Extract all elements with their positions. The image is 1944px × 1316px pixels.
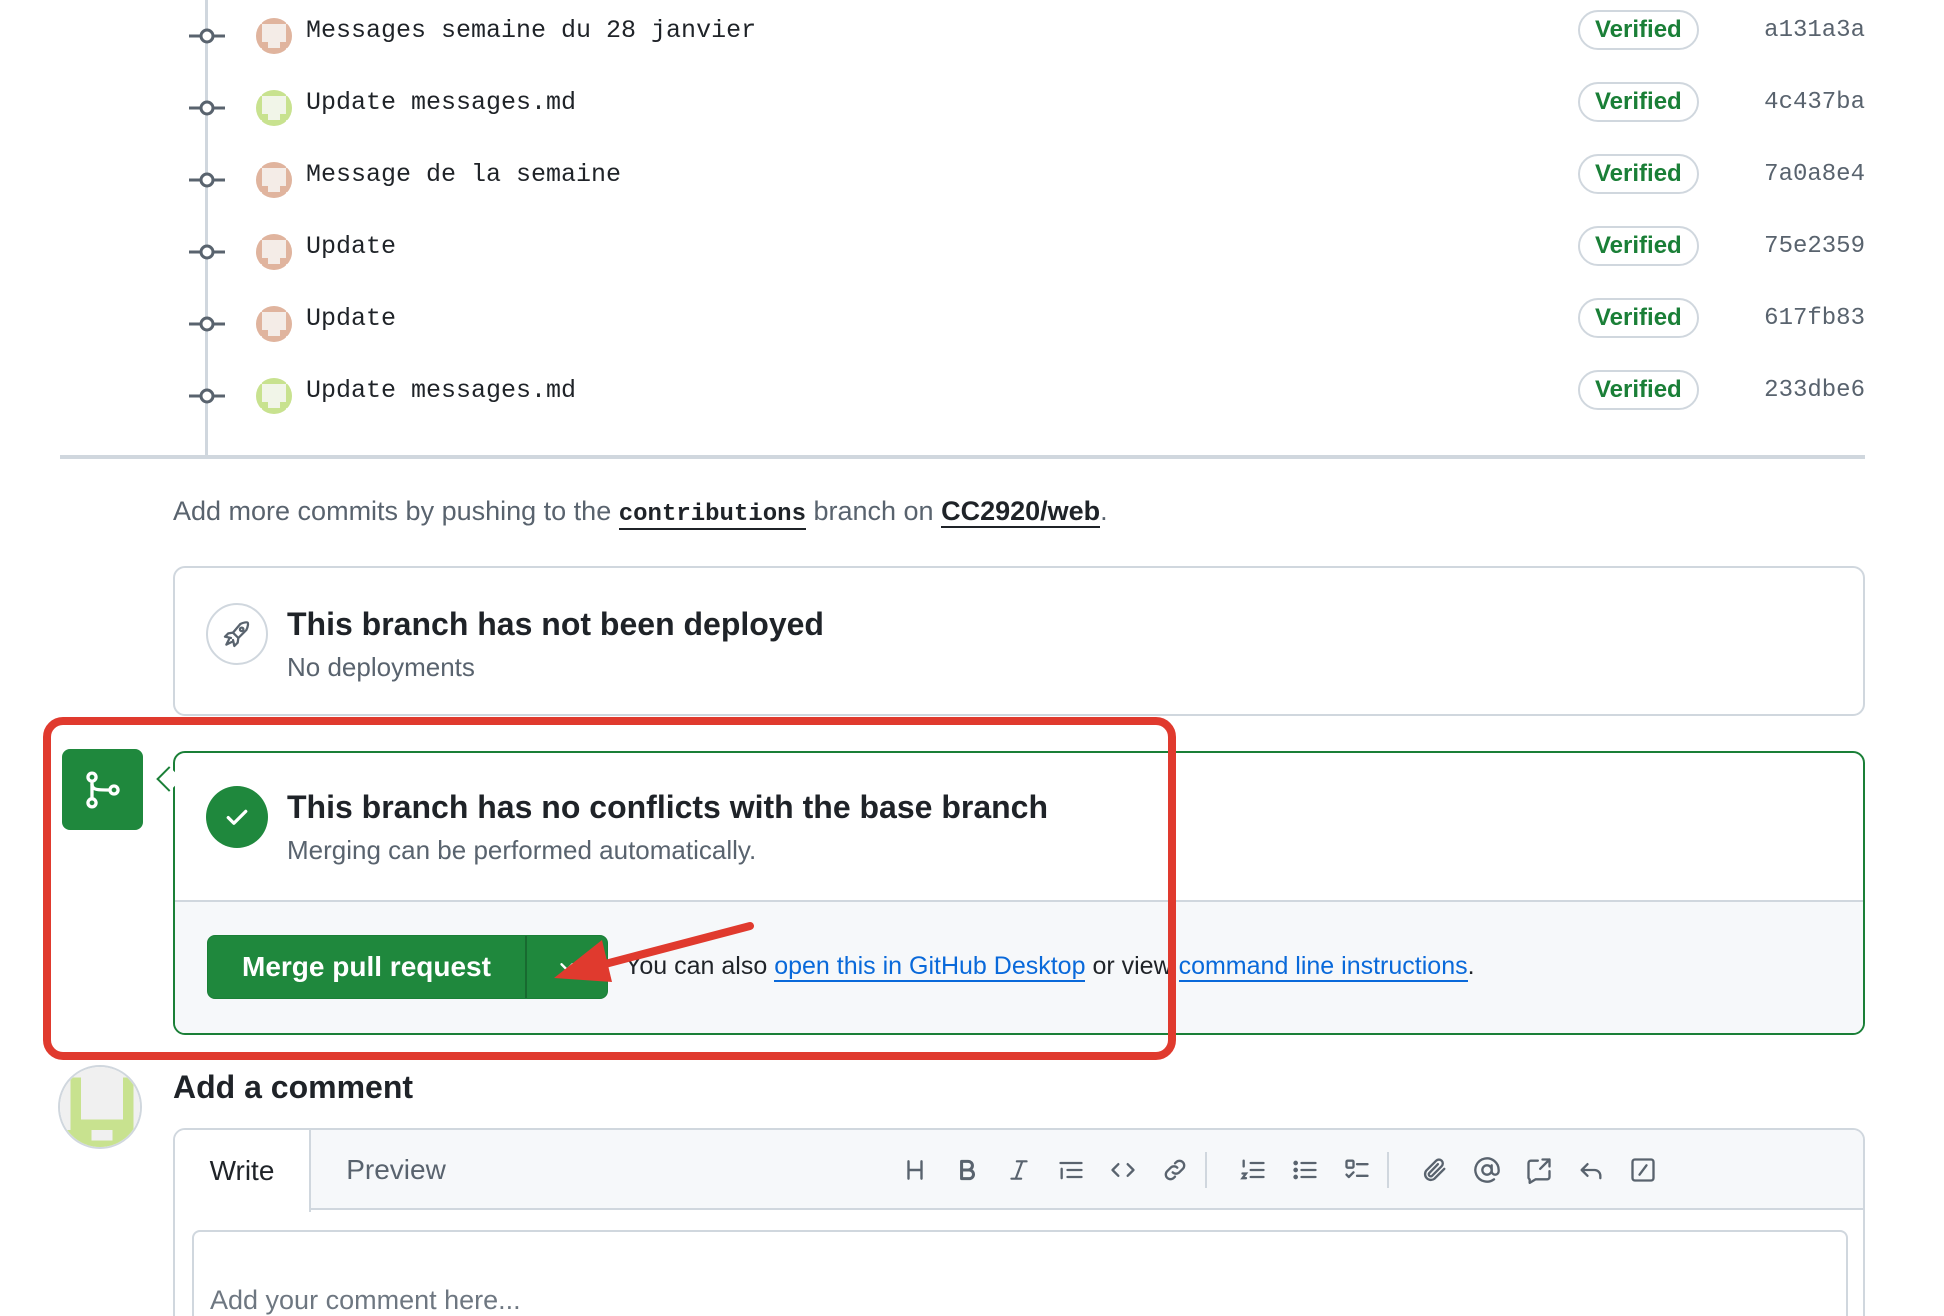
task-list-icon[interactable] [1337, 1150, 1377, 1190]
verified-badge[interactable]: Verified [1578, 298, 1699, 338]
commit-row: Update messages.md Verified 233dbe6 [0, 360, 1944, 432]
commit-sha-link[interactable]: 7a0a8e4 [1755, 160, 1865, 190]
git-commit-icon [189, 94, 225, 122]
git-commit-icon [189, 166, 225, 194]
avatar[interactable] [256, 162, 292, 198]
more-commits-suffix: . [1100, 496, 1108, 526]
more-commits-hint: Add more commits by pushing to the contr… [173, 496, 1108, 530]
bold-icon[interactable] [947, 1150, 987, 1190]
reply-icon[interactable] [1571, 1150, 1611, 1190]
git-branch-icon [62, 749, 143, 830]
commit-row: Message de la semaine Verified 7a0a8e4 [0, 144, 1944, 216]
code-icon[interactable] [1103, 1150, 1143, 1190]
check-icon [206, 786, 268, 848]
commit-row: Update Verified 75e2359 [0, 216, 1944, 288]
comment-editor: Write Preview [173, 1128, 1865, 1316]
commit-sha-link[interactable]: a131a3a [1755, 16, 1865, 46]
deployment-status-box: This branch has not been deployed No dep… [173, 566, 1865, 716]
verified-badge[interactable]: Verified [1578, 154, 1699, 194]
avatar[interactable] [256, 90, 292, 126]
timeline-divider [60, 455, 1865, 459]
commit-message-link[interactable]: Update [306, 304, 396, 334]
comment-tabbar: Write Preview [175, 1130, 1863, 1212]
commit-row: Messages semaine du 28 janvier Verified a1… [0, 0, 1944, 72]
merge-subtitle: Merging can be performed automatically. [287, 835, 757, 865]
slash-command-icon[interactable] [1623, 1150, 1663, 1190]
git-commit-icon [189, 310, 225, 338]
commit-message-link[interactable]: Update messages.md [306, 376, 576, 406]
command-line-instructions-link[interactable]: command line instructions [1178, 952, 1468, 982]
verified-badge[interactable]: Verified [1578, 10, 1699, 50]
more-commits-middle: branch on [813, 496, 934, 526]
attach-icon[interactable] [1415, 1150, 1455, 1190]
heading-icon[interactable] [895, 1150, 935, 1190]
hint-middle: or view [1092, 952, 1172, 980]
git-commit-icon [189, 238, 225, 266]
tab-preview[interactable]: Preview [311, 1130, 481, 1210]
reference-icon[interactable] [1519, 1150, 1559, 1190]
verified-badge[interactable]: Verified [1578, 226, 1699, 266]
repo-link[interactable]: CC2920/web [941, 496, 1101, 528]
toolbar-separator [1205, 1152, 1207, 1188]
avatar[interactable] [256, 378, 292, 414]
merge-footer: Merge pull request You can also open thi… [175, 900, 1863, 1033]
commit-message-link[interactable]: Update [306, 232, 396, 262]
ordered-list-icon[interactable] [1233, 1150, 1273, 1190]
annotation-arrow [554, 922, 754, 982]
more-commits-prefix: Add more commits by pushing to the [173, 496, 612, 526]
italic-icon[interactable] [999, 1150, 1039, 1190]
unordered-list-icon[interactable] [1285, 1150, 1325, 1190]
merge-pull-request-button[interactable]: Merge pull request [208, 936, 525, 998]
commit-sha-link[interactable]: 233dbe6 [1755, 376, 1865, 406]
tab-write[interactable]: Write [175, 1130, 311, 1212]
toolbar-separator [1387, 1152, 1389, 1188]
commit-sha-link[interactable]: 617fb83 [1755, 304, 1865, 334]
avatar[interactable] [256, 18, 292, 54]
verified-badge[interactable]: Verified [1578, 370, 1699, 410]
commit-message-link[interactable]: Messages semaine du 28 janvier [306, 16, 756, 46]
commit-message-link[interactable]: Update messages.md [306, 88, 576, 118]
commit-sha-link[interactable]: 4c437ba [1755, 88, 1865, 118]
deploy-subtitle: No deployments [287, 652, 475, 682]
git-commit-icon [189, 22, 225, 50]
hint-suffix: . [1467, 952, 1475, 980]
deploy-title: This branch has not been deployed [287, 606, 824, 642]
merge-title: This branch has no conflicts with the ba… [287, 789, 1049, 825]
merge-status-box: This branch has no conflicts with the ba… [173, 751, 1865, 1035]
verified-badge[interactable]: Verified [1578, 82, 1699, 122]
comment-textarea[interactable] [192, 1230, 1848, 1316]
commit-message-link[interactable]: Message de la semaine [306, 160, 621, 190]
commit-sha-link[interactable]: 75e2359 [1755, 232, 1865, 262]
branch-name-link[interactable]: contributions [618, 501, 806, 530]
avatar[interactable] [256, 306, 292, 342]
git-commit-icon [189, 382, 225, 410]
mention-icon[interactable] [1467, 1150, 1507, 1190]
avatar[interactable] [58, 1065, 142, 1149]
link-icon[interactable] [1155, 1150, 1195, 1190]
rocket-icon [206, 603, 268, 665]
github-desktop-link[interactable]: open this in GitHub Desktop [774, 952, 1086, 982]
add-comment-heading: Add a comment [173, 1069, 414, 1105]
commit-row: Update messages.md Verified 4c437ba [0, 72, 1944, 144]
avatar[interactable] [256, 234, 292, 270]
commit-row: Update Verified 617fb83 [0, 288, 1944, 360]
quote-icon[interactable] [1051, 1150, 1091, 1190]
